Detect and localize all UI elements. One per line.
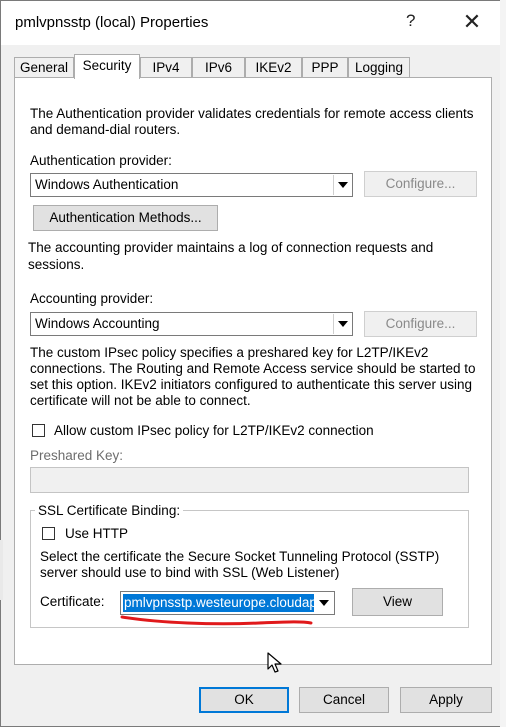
mouse-cursor-icon [267, 652, 282, 673]
certificate-value: pmlvpnsstp.westeurope.cloudap [123, 594, 314, 612]
auth-provider-select[interactable]: Windows Authentication [30, 173, 353, 197]
ssl-group-label: SSL Certificate Binding: [35, 503, 184, 518]
background-window-edge [0, 540, 3, 600]
accounting-provider-label: Accounting provider: [30, 291, 154, 306]
tab-ipv4[interactable]: IPv4 [140, 57, 192, 78]
preshared-key-input [30, 467, 469, 493]
tab-strip: General Security IPv4 IPv6 IKEv2 PPP Log… [14, 54, 494, 79]
title-bar: pmlvpnsstp (local) Properties ? ✕ [1, 1, 505, 45]
accounting-configure-button: Configure... [364, 311, 477, 337]
authentication-methods-button[interactable]: Authentication Methods... [33, 205, 218, 231]
tab-general[interactable]: General [14, 57, 74, 78]
auth-provider-value: Windows Authentication [35, 177, 179, 192]
certificate-label: Certificate: [40, 594, 105, 609]
chevron-down-icon[interactable] [333, 314, 351, 334]
sstp-description-line-1: Select the certificate the Secure Socket… [40, 549, 440, 564]
allow-ipsec-label: Allow custom IPsec policy for L2TP/IKEv2… [54, 423, 374, 438]
sstp-description-line-2: server should use to bind with SSL (Web … [40, 565, 340, 580]
ipsec-description-line-3: set this option. IKEv2 initiators config… [30, 377, 472, 392]
view-certificate-button[interactable]: View [352, 588, 443, 616]
tab-ikev2[interactable]: IKEv2 [245, 57, 302, 78]
help-icon[interactable]: ? [406, 11, 415, 31]
allow-ipsec-checkbox[interactable] [32, 424, 45, 437]
use-http-label: Use HTTP [65, 526, 129, 541]
tab-ppp[interactable]: PPP [302, 57, 348, 78]
auth-configure-button: Configure... [364, 171, 477, 197]
accounting-description-line-1: The accounting provider maintains a log … [28, 240, 434, 255]
red-underline-annotation [120, 615, 313, 626]
window-title: pmlvpnsstp (local) Properties [15, 14, 209, 31]
use-http-checkbox[interactable] [42, 527, 55, 540]
preshared-key-label: Preshared Key: [30, 448, 124, 463]
ipsec-description-line-4: certificate will not be able to connect. [30, 393, 251, 408]
auth-description-line-2: and demand-dial routers. [30, 122, 181, 137]
auth-description-line-1: The Authentication provider validates cr… [30, 106, 474, 121]
ok-button[interactable]: OK [199, 687, 289, 713]
close-icon[interactable]: ✕ [458, 9, 486, 35]
ipsec-description-line-1: The custom IPsec policy specifies a pres… [30, 345, 429, 360]
accounting-description-line-2: sessions. [28, 257, 85, 272]
accounting-provider-value: Windows Accounting [35, 316, 160, 331]
tab-security[interactable]: Security [74, 54, 140, 79]
apply-button[interactable]: Apply [400, 687, 492, 713]
chevron-down-icon[interactable] [333, 175, 351, 195]
tab-ipv6[interactable]: IPv6 [192, 57, 245, 78]
tab-logging[interactable]: Logging [348, 57, 410, 78]
accounting-provider-select[interactable]: Windows Accounting [30, 312, 353, 336]
cancel-button[interactable]: Cancel [299, 687, 389, 713]
properties-dialog: pmlvpnsstp (local) Properties ? ✕ Genera… [0, 0, 506, 727]
auth-provider-label: Authentication provider: [30, 153, 172, 168]
security-tab-panel: The Authentication provider validates cr… [14, 77, 492, 665]
background-window-edge [500, 0, 506, 727]
ipsec-description-line-2: connections. The Routing and Remote Acce… [30, 361, 476, 376]
chevron-down-icon[interactable] [315, 593, 333, 613]
